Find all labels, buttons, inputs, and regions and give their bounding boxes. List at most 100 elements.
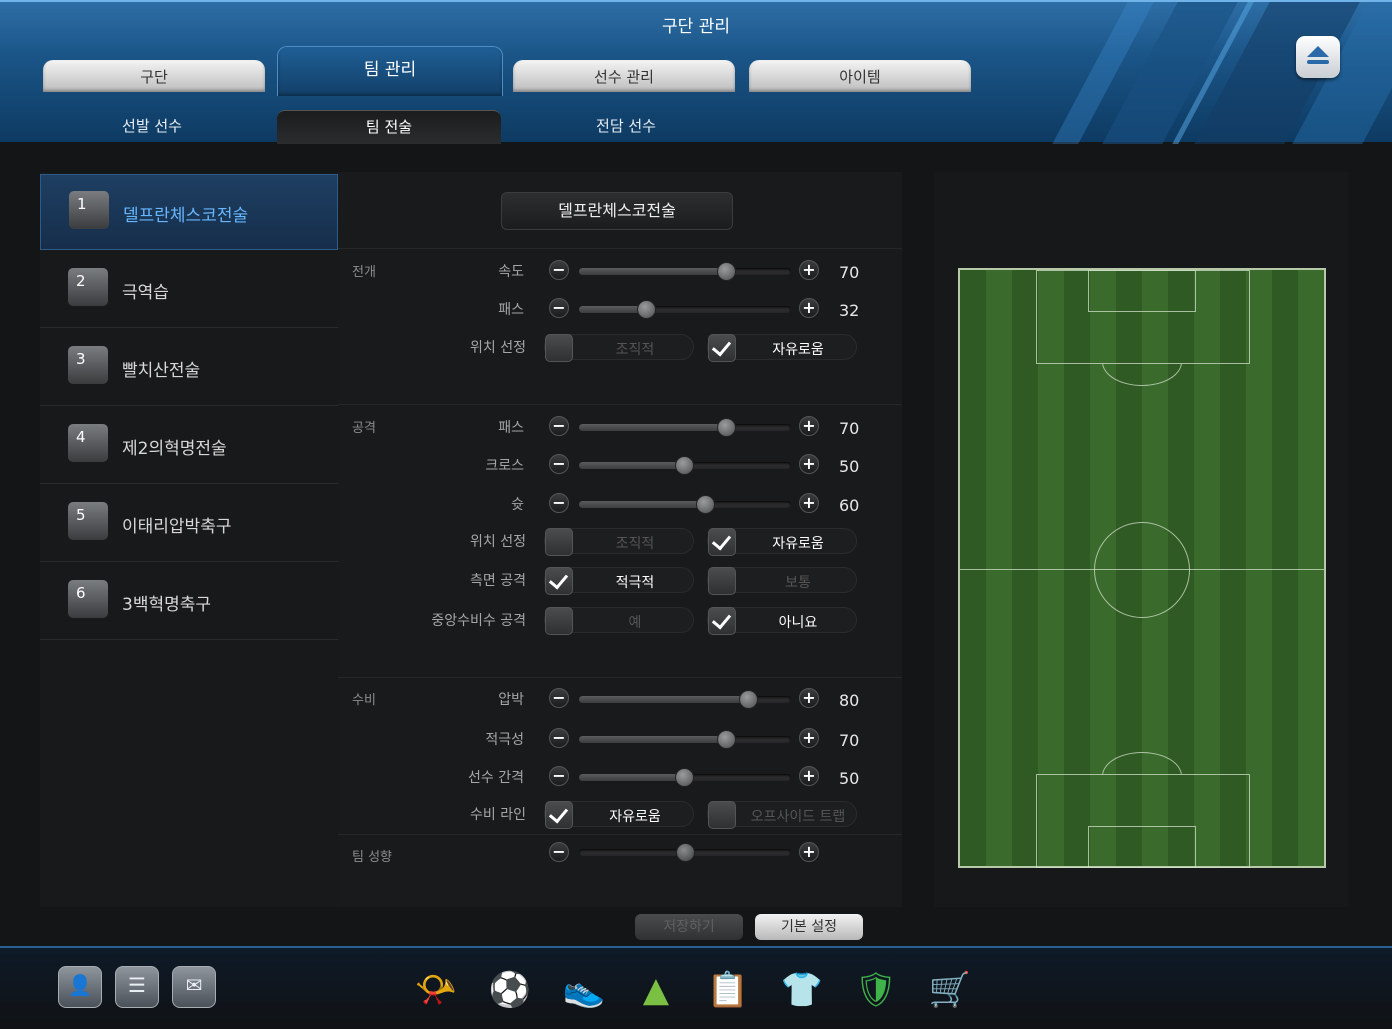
slider-label: 패스: [498, 302, 524, 318]
checkbox[interactable]: [708, 567, 736, 595]
increase-button[interactable]: +: [799, 454, 819, 474]
profile-button[interactable]: 👤: [58, 966, 102, 1008]
whistle-icon[interactable]: 📯: [408, 964, 464, 1018]
checkbox[interactable]: [708, 528, 736, 556]
slider-track[interactable]: [579, 456, 791, 475]
decrease-button[interactable]: −: [549, 493, 569, 513]
slider-track[interactable]: [579, 300, 791, 319]
tactic-item[interactable]: 5 이태리압박축구: [40, 486, 338, 562]
decrease-button[interactable]: −: [549, 766, 569, 786]
slider-fill: [579, 696, 749, 703]
slider-knob[interactable]: [738, 690, 758, 709]
ranking-icon[interactable]: ▲: [628, 964, 684, 1018]
slider-row: 압박 − + 80: [338, 688, 902, 715]
checkbox[interactable]: [708, 607, 736, 635]
slider-track[interactable]: [579, 262, 791, 281]
subtab-team-tactics[interactable]: 팀 전술: [277, 110, 501, 144]
slider-value: 50: [839, 769, 860, 788]
tendency-slider[interactable]: [579, 843, 791, 862]
tactic-name: 빨치산전술: [122, 361, 201, 381]
slider-knob[interactable]: [717, 730, 737, 749]
option-a[interactable]: 예: [544, 607, 694, 635]
option-a[interactable]: 조직적: [544, 334, 694, 362]
increase-button[interactable]: +: [799, 688, 819, 708]
slider-knob[interactable]: [696, 495, 716, 514]
jersey-icon[interactable]: 👕: [774, 964, 830, 1018]
slider-track[interactable]: [579, 690, 791, 709]
option-row: 위치 선정 조직적 자유로움: [338, 528, 902, 556]
increase-button[interactable]: +: [799, 416, 819, 436]
tendency-knob[interactable]: [676, 843, 695, 862]
option-a[interactable]: 자유로움: [544, 801, 694, 829]
increase-button[interactable]: +: [799, 728, 819, 748]
option-b[interactable]: 자유로움: [707, 334, 857, 362]
option-b[interactable]: 보통: [707, 567, 857, 595]
slider-track[interactable]: [579, 730, 791, 749]
increase-button[interactable]: +: [799, 260, 819, 280]
decrease-button[interactable]: −: [549, 298, 569, 318]
decrease-button[interactable]: −: [549, 454, 569, 474]
tab-club[interactable]: 구단: [43, 60, 265, 92]
tactic-number: 3: [68, 346, 108, 384]
tactic-item[interactable]: 3 빨치산전술: [40, 330, 338, 406]
tab-player-management[interactable]: 선수 관리: [513, 60, 735, 92]
decrease-button[interactable]: −: [549, 416, 569, 436]
slider-track[interactable]: [579, 495, 791, 514]
slider-knob[interactable]: [636, 300, 656, 319]
option-a[interactable]: 적극적: [544, 567, 694, 595]
tactic-item[interactable]: 4 제2의혁명전술: [40, 408, 338, 484]
checkbox[interactable]: [708, 334, 736, 362]
tab-items[interactable]: 아이템: [749, 60, 971, 92]
checkbox[interactable]: [545, 334, 573, 362]
header: 구단 관리 구단 팀 관리 선수 관리 아이템 선발 선수 팀 전술 전담 선수: [0, 0, 1392, 144]
option-b[interactable]: 아니요: [707, 607, 857, 635]
increase-button[interactable]: +: [799, 493, 819, 513]
tactic-item[interactable]: 2 극역습: [40, 252, 338, 328]
subtab-set-piece-players[interactable]: 전담 선수: [514, 110, 738, 144]
chat-icon: ☰: [128, 973, 146, 997]
boots-icon[interactable]: 👟: [556, 964, 612, 1018]
option-a[interactable]: 조직적: [544, 528, 694, 556]
checkbox[interactable]: [545, 567, 573, 595]
option-label: 위치 선정: [470, 340, 526, 356]
slider-knob[interactable]: [717, 262, 737, 281]
clipboard-icon[interactable]: 📋: [700, 964, 756, 1018]
tactic-item[interactable]: 1 델프란체스코전술: [40, 174, 338, 250]
tactic-name: 극역습: [122, 283, 169, 303]
save-button[interactable]: 저장하기: [635, 914, 743, 940]
checkbox[interactable]: [545, 801, 573, 829]
tactic-item[interactable]: 6 3백혁명축구: [40, 564, 338, 640]
slider-knob[interactable]: [717, 418, 737, 437]
slider-track[interactable]: [579, 418, 791, 437]
checkbox[interactable]: [545, 528, 573, 556]
slider-label: 압박: [498, 692, 524, 708]
decrease-button[interactable]: −: [549, 260, 569, 280]
checkbox[interactable]: [545, 607, 573, 635]
chat-button[interactable]: ☰: [115, 966, 159, 1008]
option-b[interactable]: 자유로움: [707, 528, 857, 556]
ball-icon[interactable]: ⚽: [482, 964, 538, 1018]
slider-track[interactable]: [579, 768, 791, 787]
checkbox[interactable]: [708, 801, 736, 829]
slider-knob[interactable]: [675, 456, 694, 475]
tab-team-management[interactable]: 팀 관리: [277, 46, 503, 96]
decrease-button[interactable]: −: [549, 728, 569, 748]
club-icon[interactable]: 🛡: [848, 964, 904, 1018]
cart-icon[interactable]: 🛒: [922, 964, 978, 1018]
subtab-starting-players[interactable]: 선발 선수: [40, 110, 264, 144]
slider-label: 슛: [511, 497, 524, 513]
slider-knob[interactable]: [675, 768, 694, 787]
eject-button[interactable]: [1296, 36, 1340, 78]
increase-button[interactable]: +: [799, 766, 819, 786]
tactic-number: 2: [68, 268, 108, 306]
tactic-number: 1: [69, 191, 109, 229]
tendency-increase-button[interactable]: +: [799, 842, 819, 862]
option-b[interactable]: 오프사이드 트랩: [707, 801, 857, 829]
tendency-decrease-button[interactable]: −: [549, 842, 569, 862]
mail-button[interactable]: ✉: [172, 966, 216, 1008]
decrease-button[interactable]: −: [549, 688, 569, 708]
option-a-label: 적극적: [615, 575, 655, 591]
team-management-screen: 구단 관리 구단 팀 관리 선수 관리 아이템 선발 선수 팀 전술 전담 선수…: [0, 0, 1392, 1029]
reset-default-button[interactable]: 기본 설정: [755, 914, 863, 940]
increase-button[interactable]: +: [799, 298, 819, 318]
